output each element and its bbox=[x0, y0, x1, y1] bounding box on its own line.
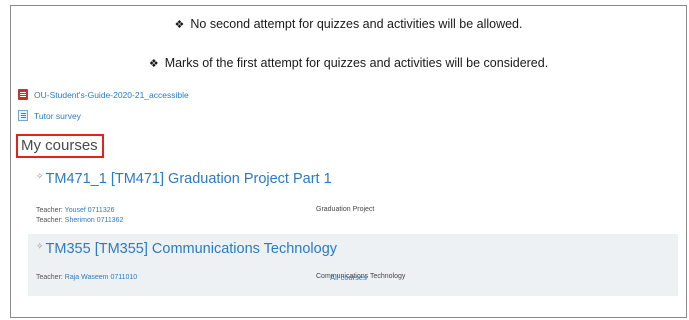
course-summary: Graduation Project bbox=[316, 206, 375, 213]
pdf-file-icon bbox=[18, 89, 28, 100]
notice-text: No second attempt for quizzes and activi… bbox=[190, 17, 523, 31]
course-card: ✧ TM471_1 [TM471] Graduation Project Par… bbox=[28, 165, 678, 231]
teacher-role: Teacher: bbox=[36, 217, 65, 224]
course-title-text: TM471_1 [TM471] Graduation Project Part … bbox=[45, 171, 332, 187]
student-guide-link[interactable]: OU-Student's-Guide-2020-21_accessible bbox=[18, 89, 189, 100]
teacher-name-link[interactable]: Yousef 0711326 bbox=[65, 207, 115, 214]
teacher-line: Teacher: Sherimon 0711362 bbox=[36, 216, 123, 226]
teacher-name-link[interactable]: Sherimon 0711362 bbox=[65, 217, 124, 224]
notice-text: Marks of the first attempt for quizzes a… bbox=[164, 56, 549, 70]
course-title-text: TM355 [TM355] Communications Technology bbox=[45, 241, 338, 257]
teacher-role: Teacher: bbox=[36, 207, 65, 214]
tutor-survey-label: Tutor survey bbox=[34, 110, 81, 121]
tutor-survey-link[interactable]: Tutor survey bbox=[18, 110, 81, 121]
course-card: ✧ TM355 [TM355] Communications Technolog… bbox=[28, 234, 678, 296]
all-courses-link[interactable]: All courses bbox=[11, 273, 686, 282]
teacher-line: Teacher: Yousef 0711326 bbox=[36, 206, 123, 216]
student-guide-label: OU-Student's-Guide-2020-21_accessible bbox=[34, 89, 189, 100]
course-title-link[interactable]: ✧ TM471_1 [TM471] Graduation Project Par… bbox=[36, 171, 670, 187]
course-title-link[interactable]: ✧ TM355 [TM355] Communications Technolog… bbox=[36, 241, 670, 257]
diamond-bullet-icon: ❖ bbox=[174, 18, 185, 31]
notice-first-attempt-marks: ❖ Marks of the first attempt for quizzes … bbox=[11, 56, 686, 70]
diamond-bullet-icon: ❖ bbox=[148, 57, 159, 70]
page-content-frame: ❖ No second attempt for quizzes and activ… bbox=[10, 5, 687, 318]
survey-icon bbox=[18, 110, 28, 121]
course-icon: ✧ bbox=[36, 242, 44, 252]
my-courses-heading: My courses bbox=[16, 134, 104, 158]
course-icon: ✧ bbox=[36, 172, 44, 182]
course-teachers: Teacher: Yousef 0711326 Teacher: Sherimo… bbox=[36, 206, 123, 226]
notice-no-second-attempt: ❖ No second attempt for quizzes and activ… bbox=[11, 17, 686, 31]
